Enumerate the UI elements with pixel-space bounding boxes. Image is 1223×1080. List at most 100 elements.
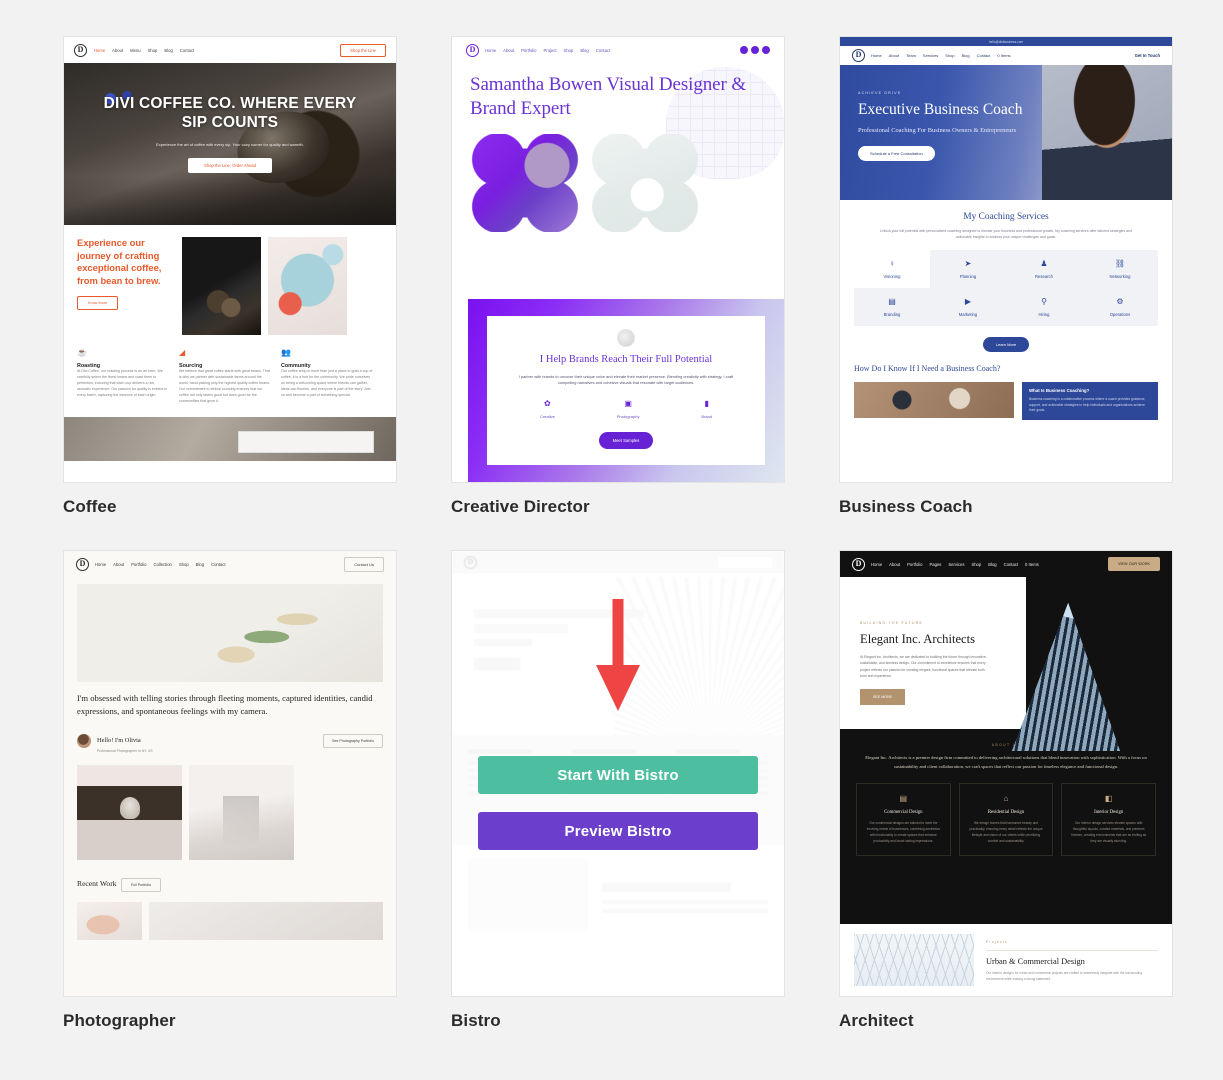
service-card: ⌂ Residential Design We design homes tha… (958, 783, 1054, 857)
layout-preview-architect[interactable]: D Home About Portfolio Pages Services Sh… (839, 550, 1173, 997)
service-label: Brand (701, 414, 713, 420)
divi-logo-icon: D (74, 43, 87, 57)
service-tile: ⚲ Hiring (1006, 288, 1082, 327)
layout-card-coffee[interactable]: D Home About Menu Shop Blog Contact Shop… (63, 36, 397, 517)
layout-card-bistro[interactable]: D Start With Bistro Preview Bistro Bistr… (451, 550, 785, 1031)
coffee-grinder-image (182, 237, 261, 335)
house-icon: ⌂ (1003, 794, 1009, 804)
section-lead-heading: Experience our journey of crafting excep… (77, 237, 162, 287)
nav-item: Contact (179, 47, 195, 53)
gallery-image-statue (77, 764, 182, 860)
hero-heading: Samantha Bowen Visual Designer & Brand E… (470, 74, 747, 120)
know-more-button: Know More (77, 295, 119, 310)
service-tile: ⛓ Networking (1082, 250, 1158, 289)
service-cards: ▤ Commercial Design Our commercial desig… (840, 771, 1172, 857)
divi-logo-icon: D (76, 557, 89, 571)
photographer-name: Hello! I'm Olivia (97, 736, 141, 744)
avatar (617, 329, 635, 347)
down-arrow-icon (596, 599, 640, 711)
layout-preview-photographer[interactable]: D Home About Portfolio Collection Shop B… (63, 550, 397, 997)
nav-item: Contact (211, 561, 226, 567)
service-card: ▤ Commercial Design Our commercial desig… (856, 783, 951, 857)
nav-item: Pages (929, 561, 942, 567)
divider (986, 950, 1158, 951)
site-navbar: D Home About Portfolio Pages Services Sh… (840, 551, 1172, 577)
nav-cta-button: Shop the Line (340, 43, 386, 57)
gallery-image-fog (189, 764, 294, 860)
purple-product-image (470, 133, 580, 232)
hover-action-overlay: Start With Bistro Preview Bistro (452, 551, 784, 996)
hero-section: Achieve Drive Executive Business Coach P… (840, 65, 1172, 200)
paper-plane-icon: ➤ (964, 259, 972, 269)
projects-eyebrow: Projects (986, 940, 1008, 944)
nav-cta-button: VIEW OUR WORK (1107, 557, 1160, 571)
layout-card-business-coach[interactable]: hello@divibusiness.com D Home About Team… (839, 36, 1173, 517)
gallery-image-hands (77, 901, 142, 940)
search-icon: ⚲ (1041, 297, 1047, 307)
nav-item: About (888, 53, 900, 58)
lightbulb-icon: ♀ (889, 259, 895, 269)
service-label: Operations (1109, 312, 1131, 318)
layout-preview-bistro[interactable]: D Start With Bistro Preview Bistro (451, 550, 785, 997)
site-navbar: D Home About Portfolio Collection Shop B… (64, 551, 396, 577)
layout-title: Photographer (63, 1011, 176, 1030)
nav-item: Home (871, 53, 882, 58)
hero-statement: I'm obsessed with telling stories throug… (77, 693, 373, 716)
nav-item: Home (871, 561, 883, 567)
services-text: Unlock your full potential with personal… (880, 229, 1132, 240)
nav-item: Contact (976, 53, 991, 58)
promo-section: I Help Brands Reach Their Full Potential… (468, 299, 784, 482)
nav-item: Blog (988, 561, 997, 567)
services-grid: ♀ Visioning ➤ Planning ♟ Research ⛓ Netw… (854, 250, 1158, 327)
nav-item: Shop (971, 561, 982, 567)
learn-more-button: Learn More (982, 337, 1030, 353)
network-icon: ⛓ (1114, 259, 1126, 269)
promo-title: I Help Brands Reach Their Full Potential (539, 354, 713, 365)
layout-preview-creative-director[interactable]: D Home About Portfolio Project Shop Blog… (451, 36, 785, 483)
feature-text: At Divi Coffee, our roasting process is … (77, 369, 168, 397)
layout-preview-coffee[interactable]: D Home About Menu Shop Blog Contact Shop… (63, 36, 397, 483)
feature-text: Our coffee shop is more than just a plac… (281, 369, 373, 397)
nav-item: Team (906, 53, 916, 58)
nav-item: Home (95, 561, 107, 567)
hero-heading: DIVI COFFEE CO. WHERE EVERY SIP COUNTS (103, 95, 357, 131)
nav-item: Collection (153, 561, 172, 567)
gear-icon: ⚙ (1116, 297, 1124, 307)
layout-card-architect[interactable]: D Home About Portfolio Pages Services Sh… (839, 550, 1173, 1031)
social-icons (740, 46, 770, 54)
microscope-icon: ♟ (1040, 259, 1048, 269)
nav-item: Blog (195, 561, 205, 567)
layout-card-photographer[interactable]: D Home About Portfolio Collection Shop B… (63, 550, 397, 1031)
service-card-text: We design homes that harmonize beauty an… (969, 821, 1043, 844)
nav-item: Portfolio (521, 47, 537, 53)
nav-item: About (503, 47, 515, 53)
contact-email: hello@divibusiness.com (988, 39, 1024, 44)
promo-cta-button: Meet Samples (598, 432, 654, 450)
divi-logo-icon: D (852, 49, 865, 62)
service-tile: ♀ Visioning (854, 250, 930, 288)
service-label: Planning (959, 274, 977, 280)
full-portfolio-button: Full Portfolio (120, 877, 161, 892)
nav-item: Contact (1003, 561, 1019, 567)
divi-logo-icon: D (466, 43, 479, 57)
hero-heading: Elegant Inc. Architects (860, 632, 976, 646)
site-navbar: D Home About Menu Shop Blog Contact Shop… (64, 37, 396, 63)
portfolio-cta-button: See Photography Portfolio (323, 733, 383, 748)
nav-item: Blog (164, 47, 173, 53)
layout-title: Creative Director (451, 497, 590, 516)
preview-bistro-button[interactable]: Preview Bistro (478, 812, 758, 850)
faq-title: How Do I Know If I Need a Business Coach… (854, 364, 1001, 374)
cart-indicator: 0 Items (997, 53, 1011, 58)
building-icon: ▤ (899, 794, 908, 804)
service-label: Branding (883, 312, 901, 318)
service-card: ◧ Interior Design Our interior design se… (1061, 783, 1157, 857)
layout-card-creative-director[interactable]: D Home About Portfolio Project Shop Blog… (451, 36, 785, 517)
start-with-bistro-button[interactable]: Start With Bistro (478, 756, 758, 794)
service-tile: ♟ Research (1006, 250, 1082, 289)
nav-item: Portfolio (907, 561, 923, 567)
faq-card: What Is Business Coaching? Business coac… (1022, 382, 1158, 421)
nav-cta-button: Get In Touch (1134, 53, 1160, 58)
layout-preview-business-coach[interactable]: hello@divibusiness.com D Home About Team… (839, 36, 1173, 483)
recent-work-title: Recent Work (77, 878, 117, 888)
nav-item: Project (543, 47, 557, 53)
